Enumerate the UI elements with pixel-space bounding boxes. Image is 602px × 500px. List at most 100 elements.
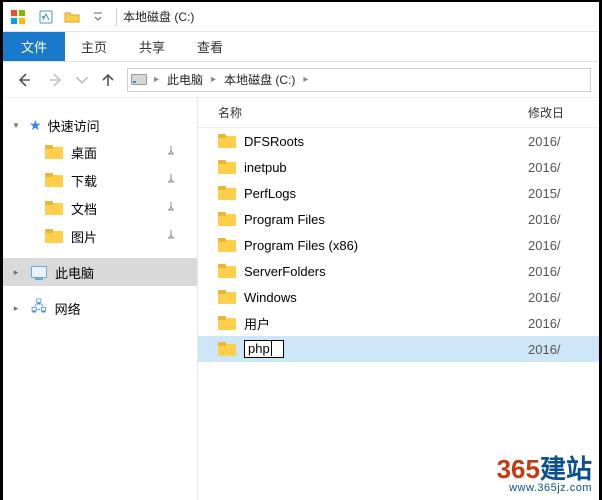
file-date: 2016/ (528, 290, 599, 305)
table-row[interactable]: ServerFolders 2016/ (198, 258, 599, 284)
table-row[interactable]: inetpub 2016/ (198, 154, 599, 180)
sidebar-item-label: 图片 (71, 227, 97, 246)
qat-properties-button[interactable] (34, 6, 58, 28)
file-list-pane: 名称 修改日 DFSRoots 2016/inetpub 2016/PerfLogs… (198, 98, 599, 500)
nav-recent-button[interactable] (75, 67, 89, 93)
tab-view[interactable]: 查看 (181, 32, 239, 61)
sidebar-quick-access[interactable]: ▾ ★ 快速访问 (3, 112, 197, 138)
sidebar-item-documents[interactable]: 文档 (3, 194, 197, 222)
file-date: 2016/ (528, 160, 599, 175)
table-row[interactable]: 用户 2016/ (198, 310, 599, 336)
tab-home[interactable]: 主页 (65, 32, 123, 61)
window-system-icon[interactable] (7, 6, 29, 28)
sidebar-item-desktop[interactable]: 桌面 (3, 138, 197, 166)
ribbon-tabs: 文件 主页 共享 查看 (3, 32, 599, 62)
file-name: ServerFolders (244, 264, 326, 279)
this-pc-icon (31, 266, 47, 278)
arrow-up-icon (100, 72, 116, 88)
nav-forward-button[interactable] (43, 67, 69, 93)
nav-back-button[interactable] (11, 67, 37, 93)
file-name: PerfLogs (244, 186, 296, 201)
pin-icon (165, 229, 177, 244)
tab-share[interactable]: 共享 (123, 32, 181, 61)
arrow-right-icon (48, 72, 64, 88)
breadcrumb-chevron[interactable]: ▸ (299, 74, 312, 85)
open-folder-icon (64, 9, 80, 25)
folder-icon (45, 229, 63, 243)
file-name: DFSRoots (244, 134, 304, 149)
arrow-left-icon (16, 72, 32, 88)
windows-logo-icon (11, 10, 25, 24)
breadcrumb-chevron[interactable]: ▸ (207, 74, 220, 85)
folder-icon (218, 264, 236, 278)
file-name: 用户 (244, 314, 270, 333)
sidebar-item-downloads[interactable]: 下载 (3, 166, 197, 194)
sidebar-item-label: 桌面 (71, 143, 97, 162)
folder-icon (218, 316, 236, 330)
folder-icon (218, 186, 236, 200)
network-icon: 🖧 (31, 296, 47, 320)
qat-overflow-button[interactable] (86, 6, 110, 28)
file-rows: DFSRoots 2016/inetpub 2016/PerfLogs 2015/Pr… (198, 128, 599, 362)
chevron-down-icon: ▾ (9, 120, 23, 131)
breadcrumb-drive[interactable]: 本地磁盘 (C:) (222, 71, 297, 88)
folder-icon (218, 134, 236, 148)
explorer-body: ▾ ★ 快速访问 桌面 下载 文档 (3, 98, 599, 500)
table-row[interactable]: Program Files (x86)2016/ (198, 232, 599, 258)
titlebar-separator (116, 8, 117, 26)
breadcrumb-chevron[interactable]: ▸ (150, 74, 163, 85)
navigation-bar: ▸ 此电脑 ▸ 本地磁盘 (C:) ▸ (3, 62, 599, 98)
sidebar-item-label: 文档 (71, 199, 97, 218)
pin-icon (165, 201, 177, 216)
chevron-right-icon: ▸ (9, 267, 23, 278)
window-title: 本地磁盘 (C:) (123, 8, 194, 25)
folder-icon (45, 201, 63, 215)
folder-icon (218, 342, 236, 356)
table-row[interactable]: php 2016/ (198, 336, 599, 362)
file-date: 2016/ (528, 316, 599, 331)
tab-file[interactable]: 文件 (3, 32, 65, 61)
quick-access-toolbar (34, 6, 110, 28)
table-row[interactable]: Program Files2016/ (198, 206, 599, 232)
properties-icon (38, 9, 54, 25)
folder-icon (45, 173, 63, 187)
sidebar-item-label: 下载 (71, 171, 97, 190)
column-header-name[interactable]: 名称 (198, 104, 528, 121)
column-headers: 名称 修改日 (198, 98, 599, 128)
pin-icon (165, 173, 177, 188)
file-name: Windows (244, 290, 297, 305)
file-date: 2016/ (528, 134, 599, 149)
sidebar-label: 快速访问 (48, 116, 100, 135)
folder-icon (218, 212, 236, 226)
file-date: 2016/ (528, 264, 599, 279)
star-icon: ★ (29, 117, 42, 134)
breadcrumb-this-pc[interactable]: 此电脑 (165, 71, 205, 88)
navigation-pane: ▾ ★ 快速访问 桌面 下载 文档 (3, 98, 198, 500)
file-name: Program Files (x86) (244, 238, 358, 253)
sidebar-item-network[interactable]: ▸ 🖧 网络 (3, 294, 197, 322)
qat-open-button[interactable] (60, 6, 84, 28)
table-row[interactable]: Windows 2016/ (198, 284, 599, 310)
sidebar-item-this-pc[interactable]: ▸ 此电脑 (3, 258, 197, 286)
table-row[interactable]: DFSRoots 2016/ (198, 128, 599, 154)
pin-icon (165, 145, 177, 160)
nav-up-button[interactable] (95, 67, 121, 93)
drive-icon (130, 71, 148, 89)
sidebar-item-label: 此电脑 (55, 263, 94, 282)
file-date: 2015/ (528, 186, 599, 201)
folder-icon (45, 145, 63, 159)
chevron-down-icon (93, 12, 103, 22)
address-bar[interactable]: ▸ 此电脑 ▸ 本地磁盘 (C:) ▸ (127, 68, 591, 92)
table-row[interactable]: PerfLogs 2015/ (198, 180, 599, 206)
file-date: 2016/ (528, 342, 599, 357)
title-bar: 本地磁盘 (C:) (3, 2, 599, 32)
file-date: 2016/ (528, 212, 599, 227)
explorer-window: 本地磁盘 (C:) 文件 主页 共享 查看 ▸ 此电脑 ▸ 本地磁盘 (C:) … (0, 0, 602, 500)
column-header-date[interactable]: 修改日 (528, 104, 599, 121)
folder-icon (218, 238, 236, 252)
file-name: inetpub (244, 160, 287, 175)
chevron-right-icon: ▸ (9, 303, 23, 314)
sidebar-item-pictures[interactable]: 图片 (3, 222, 197, 250)
folder-icon (218, 290, 236, 304)
rename-input[interactable]: php (244, 340, 284, 358)
